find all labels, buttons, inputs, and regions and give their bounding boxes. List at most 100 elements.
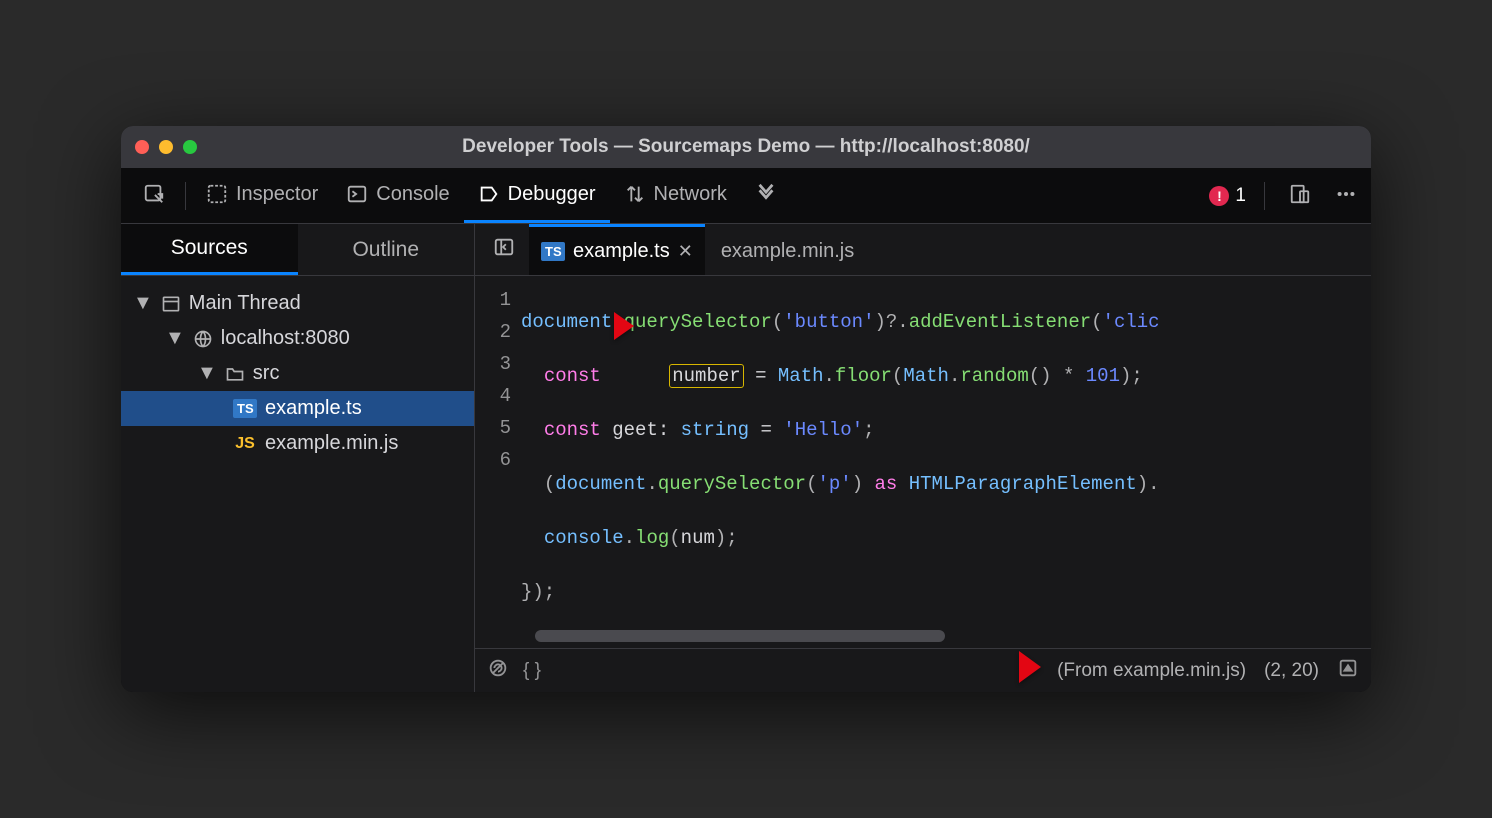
code-token: querySelector: [624, 311, 772, 333]
globe-icon: [193, 329, 213, 349]
tree-file-example-ts[interactable]: TS example.ts: [121, 391, 474, 426]
tree-file-example-min-js[interactable]: JS example.min.js: [121, 426, 474, 461]
window-icon: [161, 294, 181, 314]
tree-label: example.min.js: [265, 432, 398, 455]
responsive-mode-button[interactable]: [1283, 175, 1317, 216]
tree-label: localhost:8080: [221, 327, 350, 350]
editor-area: TS example.ts ✕ example.min.js 1 2 3 4 5…: [475, 224, 1371, 692]
tab-inspector[interactable]: Inspector: [192, 168, 332, 223]
horizontal-scrollbar[interactable]: [535, 630, 945, 642]
code-token: 'p': [817, 473, 851, 495]
code-token: console: [544, 527, 624, 549]
cursor-position: (2, 20): [1264, 660, 1319, 682]
toggle-sidebar-button[interactable]: [483, 228, 525, 271]
tab-debugger-label: Debugger: [508, 183, 596, 206]
code-token: 'clic: [1103, 311, 1160, 333]
tab-inspector-label: Inspector: [236, 183, 318, 206]
pretty-print-button[interactable]: { }: [523, 660, 541, 682]
content-area: Sources Outline ▼ Main Thread ▼ localhos…: [121, 224, 1371, 692]
annotation-arrow-icon: [580, 302, 636, 356]
devtools-window: Developer Tools — Sourcemaps Demo — http…: [121, 126, 1371, 692]
code-token: log: [635, 527, 669, 549]
tree-label: src: [253, 362, 280, 385]
tree-host[interactable]: ▼ localhost:8080: [121, 321, 474, 356]
code-token: floor: [835, 365, 892, 387]
tab-network[interactable]: Network: [610, 168, 741, 223]
code-token: number: [672, 365, 740, 387]
code-token: g: [601, 419, 624, 441]
line-number: 5: [479, 412, 511, 444]
window-title: Developer Tools — Sourcemaps Demo — http…: [121, 136, 1371, 158]
tab-network-label: Network: [654, 183, 727, 206]
more-menu-button[interactable]: [1329, 175, 1363, 216]
line-number: 2: [479, 316, 511, 348]
close-tab-button[interactable]: ✕: [678, 241, 693, 262]
error-icon: !: [1209, 186, 1229, 206]
tree-label: example.ts: [265, 397, 362, 420]
tree-label: Main Thread: [189, 292, 301, 315]
editor-tab-example-ts[interactable]: TS example.ts ✕: [529, 224, 705, 275]
devtools-toolbar: Inspector Console Debugger Network ! 1: [121, 168, 1371, 224]
code-token: 101: [1086, 365, 1120, 387]
code-token: addEventListener: [909, 311, 1091, 333]
code-token: Math: [778, 365, 824, 387]
error-count-value: 1: [1235, 185, 1246, 207]
maximize-window-button[interactable]: [183, 140, 197, 154]
code-token: num: [681, 527, 715, 549]
sources-sidebar: Sources Outline ▼ Main Thread ▼ localhos…: [121, 224, 475, 692]
sidebar-tab-outline[interactable]: Outline: [298, 224, 475, 275]
close-window-button[interactable]: [135, 140, 149, 154]
blackbox-icon[interactable]: [487, 657, 509, 685]
code-viewport[interactable]: 1 2 3 4 5 6 document.querySelector('butt…: [475, 276, 1371, 648]
source-map-icon[interactable]: [1337, 657, 1359, 685]
minimize-window-button[interactable]: [159, 140, 173, 154]
folder-icon: [225, 364, 245, 384]
code-token: });: [521, 581, 555, 603]
editor-tabs: TS example.ts ✕ example.min.js: [475, 224, 1371, 276]
line-number: 4: [479, 380, 511, 412]
toolbar-divider: [1264, 182, 1265, 210]
toolbar-divider: [185, 182, 186, 210]
editor-tab-label: example.ts: [573, 240, 670, 263]
code-token: Math: [903, 365, 949, 387]
line-number: 3: [479, 348, 511, 380]
tree-main-thread[interactable]: ▼ Main Thread: [121, 286, 474, 321]
tab-console-label: Console: [376, 183, 449, 206]
code-token: string: [681, 419, 749, 441]
ts-file-icon: TS: [541, 242, 565, 261]
error-count-badge[interactable]: ! 1: [1209, 185, 1246, 207]
highlighted-type: number: [669, 364, 743, 388]
sources-tree: ▼ Main Thread ▼ localhost:8080 ▼ src TS …: [121, 276, 474, 461]
code-token: document: [555, 473, 646, 495]
code-token: eet:: [624, 419, 681, 441]
chevron-down-icon: ▼: [133, 292, 153, 315]
tree-folder-src[interactable]: ▼ src: [121, 356, 474, 391]
sidebar-tab-sources[interactable]: Sources: [121, 224, 298, 275]
code-token: 'button': [783, 311, 874, 333]
code-token: random: [960, 365, 1028, 387]
tab-debugger[interactable]: Debugger: [464, 168, 610, 223]
titlebar: Developer Tools — Sourcemaps Demo — http…: [121, 126, 1371, 168]
line-numbers: 1 2 3 4 5 6: [475, 276, 521, 648]
code-token: HTMLParagraphElement: [909, 473, 1137, 495]
traffic-lights: [135, 140, 197, 154]
tabs-overflow-button[interactable]: [741, 168, 791, 223]
code-token: querySelector: [658, 473, 806, 495]
code-token: as: [863, 473, 909, 495]
code-token: const: [544, 365, 601, 387]
sidebar-tabs: Sources Outline: [121, 224, 474, 276]
element-picker-button[interactable]: [129, 168, 179, 223]
line-number: 1: [479, 284, 511, 316]
editor-tab-label: example.min.js: [721, 240, 854, 263]
js-file-icon: JS: [233, 435, 257, 453]
ts-file-icon: TS: [233, 399, 257, 418]
code-token: const: [544, 419, 601, 441]
editor-footer: { } (From example.min.js) (2, 20): [475, 648, 1371, 692]
editor-tab-example-min-js[interactable]: example.min.js: [709, 224, 866, 275]
chevron-down-icon: ▼: [197, 362, 217, 385]
code-token: =: [744, 365, 778, 387]
annotation-arrow-icon: [981, 641, 1043, 693]
line-number: 6: [479, 444, 511, 476]
tab-console[interactable]: Console: [332, 168, 463, 223]
code-token: 'Hello': [783, 419, 863, 441]
